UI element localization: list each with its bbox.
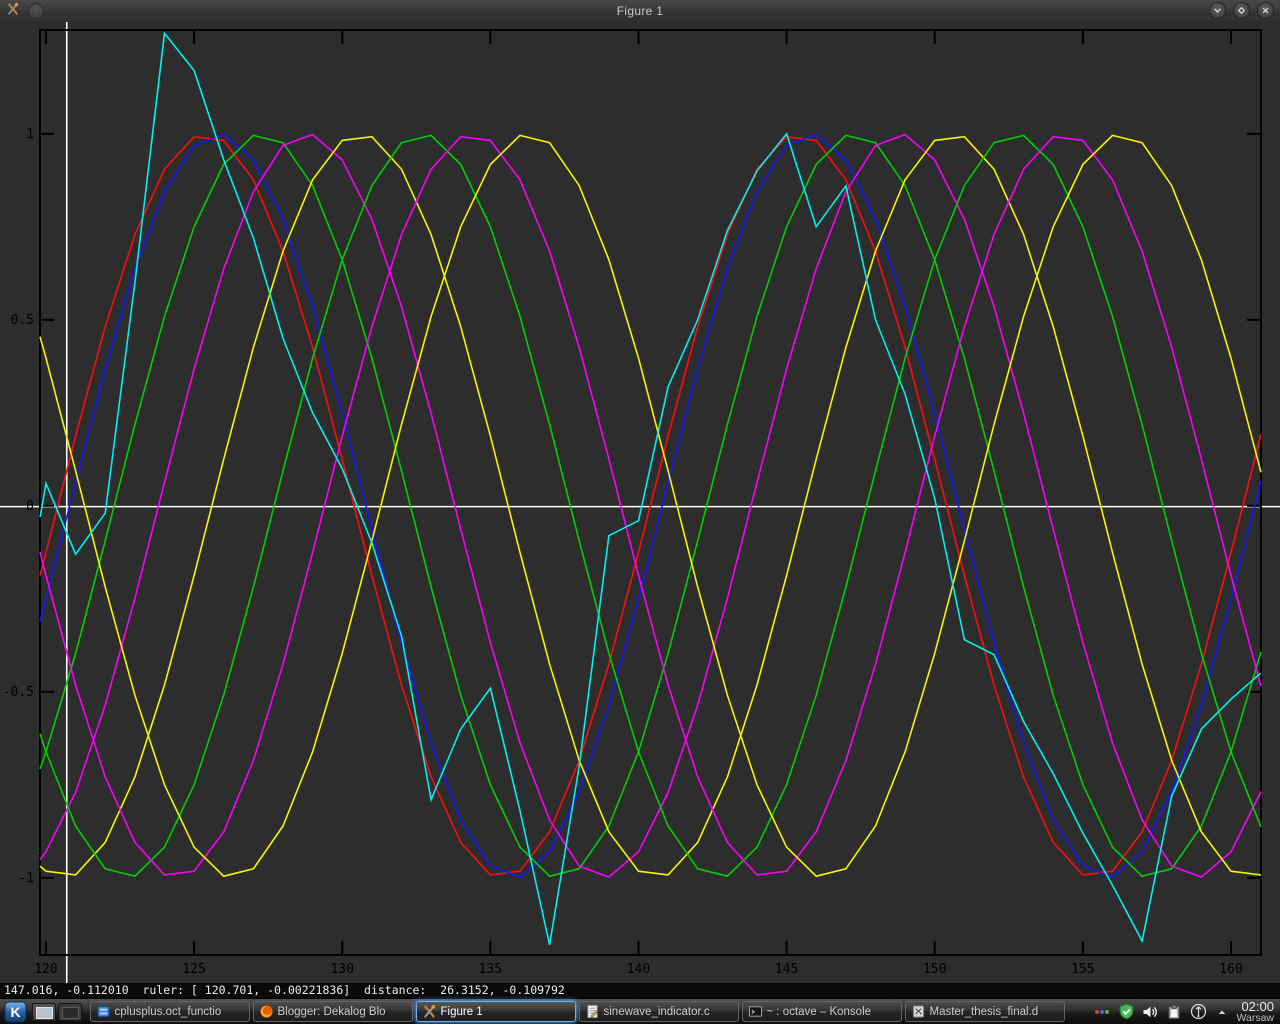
maximize-button[interactable] <box>1233 2 1250 19</box>
x-tick-label: 120 <box>34 962 57 977</box>
x-tick-label: 130 <box>330 962 353 977</box>
task-button-master-thesis-final-d[interactable]: Master_thesis_final.d <box>904 1001 1065 1022</box>
firefox-icon <box>259 1004 274 1019</box>
series-sinewave-indicator <box>39 31 1262 945</box>
konsole-icon <box>748 1004 763 1019</box>
x-tick-label: 155 <box>1071 962 1094 977</box>
desktop-screen: Figure 1 120 125 130 135 140 145 150 155 160 -1 -0… <box>0 0 1280 1024</box>
task-button-sinewave-indicator-c[interactable]: sinewave_indicator.c <box>578 1001 739 1022</box>
usb-icon[interactable] <box>1189 1003 1207 1021</box>
shield-check-icon[interactable] <box>1117 1003 1135 1021</box>
series-sine-1 <box>39 135 1262 876</box>
x-tick-label: 150 <box>923 962 946 977</box>
figure-window-titlebar[interactable]: Figure 1 <box>0 0 1280 23</box>
text-editor-icon <box>585 1004 600 1019</box>
task-button-list: cplusplus.oct_functio Blogger: Dekalog Bl… <box>88 1001 1085 1022</box>
titlebar-menu-button[interactable] <box>28 3 44 19</box>
task-button-cplusplus-oct-functio[interactable]: cplusplus.oct_functio <box>89 1001 250 1022</box>
task-label: Master_thesis_final.d <box>929 1005 1039 1018</box>
y-tick-label: -0.5 <box>3 685 34 700</box>
task-label: Figure 1 <box>440 1005 483 1018</box>
x-tick-label: 140 <box>627 962 650 977</box>
minimize-button[interactable] <box>1209 2 1226 19</box>
tray-expander-icon[interactable] <box>1213 1003 1231 1021</box>
y-tick-label: 1 <box>26 127 34 142</box>
y-tick-label: 0.5 <box>11 313 34 328</box>
kde-taskbar: K cplusplus.oct_functio Blogger: Dekalog … <box>0 998 1280 1024</box>
clock-timezone: Warsaw <box>1236 1012 1274 1024</box>
chevron-down-icon <box>1214 8 1221 14</box>
clock-time: 02:00 <box>1241 998 1274 1014</box>
pager-desktop-2[interactable] <box>58 1002 82 1021</box>
figure-status-bar: 147.016, -0.112010 ruler: [ 120.701, -0.… <box>0 983 1280 998</box>
close-button[interactable] <box>1257 2 1274 19</box>
system-tray <box>1093 1003 1231 1021</box>
kde-logo-icon: K <box>4 1001 27 1022</box>
taskbar-clock[interactable]: 02:00 Warsaw <box>1234 999 1278 1024</box>
gnuplot-window-icon <box>6 2 20 21</box>
close-icon <box>1262 7 1269 14</box>
x-tick-label: 135 <box>479 962 502 977</box>
pager-window-icon <box>62 1006 79 1019</box>
task-button-figure-1[interactable]: Figure 1 <box>415 1001 576 1022</box>
file-manager-icon <box>96 1004 111 1019</box>
diamond-icon <box>1237 6 1246 15</box>
status-dots-icon[interactable] <box>1093 1003 1111 1021</box>
task-label: sinewave_indicator.c <box>603 1005 710 1018</box>
sinewave-chart[interactable]: 120 125 130 135 140 145 150 155 160 -1 -0.5 0 0.5 1 <box>0 22 1280 983</box>
task-label: Blogger: Dekalog Blo <box>277 1005 386 1018</box>
plot-frame <box>39 29 1262 956</box>
y-tick-label: -1 <box>18 871 34 886</box>
klipper-icon[interactable] <box>1165 1003 1183 1021</box>
window-title: Figure 1 <box>616 4 664 18</box>
task-label: cplusplus.oct_functio <box>114 1005 222 1018</box>
y-tick-label: 0 <box>26 499 34 514</box>
pager-window-icon <box>36 1006 53 1019</box>
x-tick-label: 145 <box>775 962 798 977</box>
desktop-pager[interactable] <box>32 1002 82 1021</box>
x-tick-label: 125 <box>182 962 205 977</box>
document-icon <box>911 1004 926 1019</box>
svg-text:K: K <box>10 1004 20 1020</box>
task-button-blogger-dekalog-blo[interactable]: Blogger: Dekalog Blo <box>252 1001 413 1022</box>
pager-desktop-1[interactable] <box>32 1002 56 1021</box>
plot-canvas[interactable]: 120 125 130 135 140 145 150 155 160 -1 -0.5 0 0.5 1 <box>0 22 1280 983</box>
kmenu-button[interactable]: K <box>3 1000 28 1023</box>
task-button-octave-konsole[interactable]: ~ : octave – Konsole <box>741 1001 902 1022</box>
task-label: ~ : octave – Konsole <box>766 1005 872 1018</box>
x-tick-label: 160 <box>1219 962 1242 977</box>
volume-icon[interactable] <box>1141 1003 1159 1021</box>
gnuplot-icon <box>422 1004 437 1019</box>
